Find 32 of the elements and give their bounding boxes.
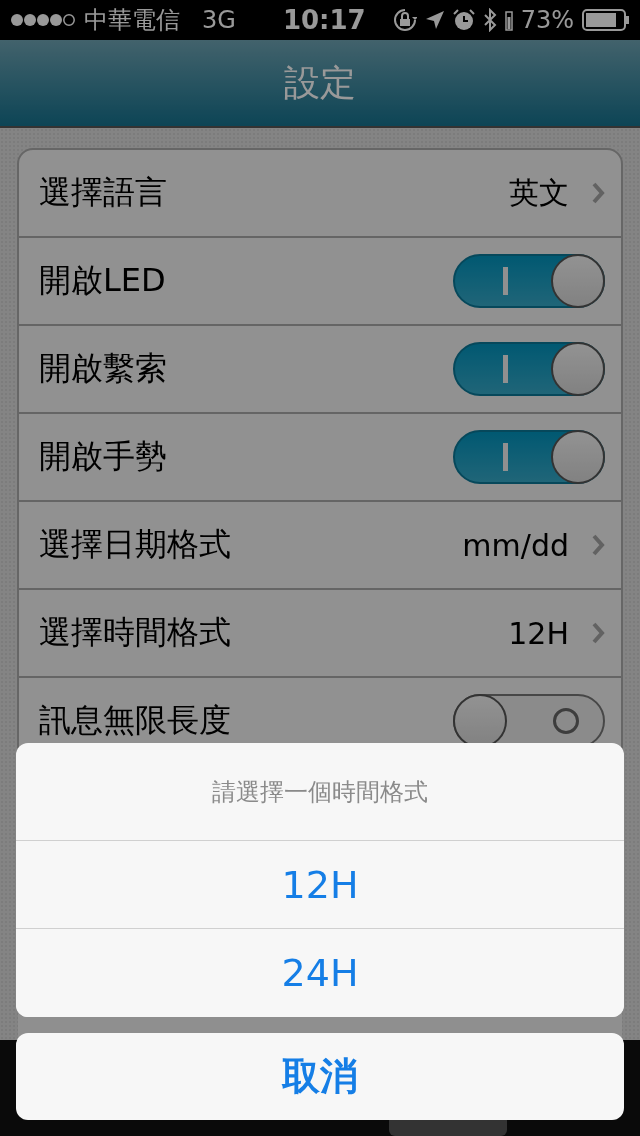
screen-title: 設定 (284, 60, 356, 105)
chevron-right-icon (591, 533, 605, 557)
setting-label: 選擇日期格式 (39, 524, 231, 565)
rotation-lock-icon (392, 8, 417, 32)
clock-time: 10:17 (282, 5, 366, 35)
network-type: 3G (202, 6, 236, 34)
setting-label: 選擇語言 (39, 172, 167, 213)
chevron-right-icon (591, 621, 605, 645)
setting-label: 開啟繫索 (39, 348, 167, 389)
toggle-switch[interactable] (453, 430, 605, 484)
toggle-switch[interactable] (453, 254, 605, 308)
setting-row[interactable]: 選擇日期格式 mm/dd (19, 502, 621, 590)
signal-icon (10, 12, 76, 28)
battery-icon (582, 8, 630, 32)
setting-label: 訊息無限長度 (39, 700, 231, 741)
setting-label: 開啟手勢 (39, 436, 167, 477)
carrier-name: 中華電信 (84, 5, 180, 36)
chevron-right-icon (591, 181, 605, 205)
bluetooth-icon (482, 8, 497, 32)
battery-percent: 73% (520, 6, 574, 34)
setting-label: 開啟LED (39, 260, 166, 301)
cancel-button[interactable]: 取消 (16, 1033, 624, 1120)
toggle-switch[interactable] (453, 342, 605, 396)
alarm-clock-icon (452, 9, 475, 31)
setting-value: 英文 (509, 173, 569, 212)
setting-label: 選擇時間格式 (39, 612, 231, 653)
setting-value: mm/dd (462, 527, 569, 563)
location-arrow-icon (424, 10, 445, 30)
setting-value: 12H (508, 615, 569, 651)
setting-row[interactable]: 選擇時間格式 12H (19, 590, 621, 678)
setting-row[interactable]: 選擇語言 英文 (19, 150, 621, 238)
battery-small-icon (504, 9, 513, 31)
